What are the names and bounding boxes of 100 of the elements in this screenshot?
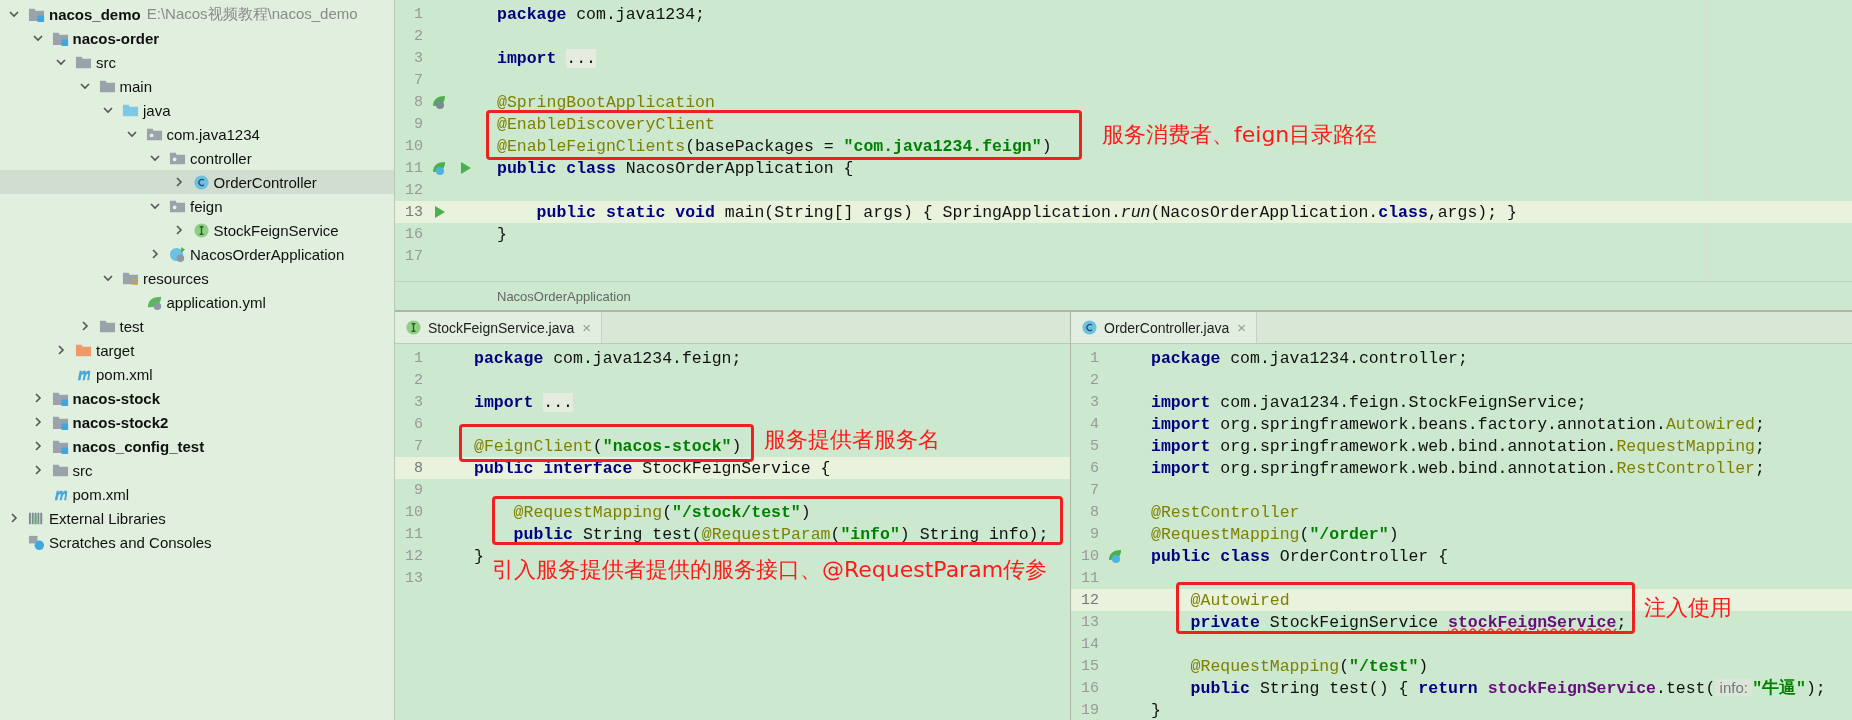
chevron-icon[interactable] (149, 248, 161, 260)
tree-item-label: java (143, 101, 171, 119)
code-line: package com.java1234.feign; (474, 348, 742, 368)
tree-item-label: pom.xml (72, 485, 130, 503)
code-line: public String test(@RequestParam("info") String info); (512, 524, 1049, 544)
line-number: 2 (413, 371, 423, 389)
line-number: 12 (1080, 591, 1099, 609)
line-number: 6 (413, 415, 423, 433)
line-number: 12 (404, 547, 423, 565)
line-number: 15 (1080, 657, 1099, 675)
tree-item[interactable]: target (0, 338, 394, 362)
code-line: } (497, 224, 507, 244)
editor-tab[interactable]: OrderController.java × (1071, 312, 1258, 343)
line-number: 14 (1080, 635, 1099, 653)
code-line: import com.java1234.feign.StockFeignService; (1151, 392, 1587, 412)
tree-item[interactable]: feign (0, 194, 394, 218)
chevron-icon[interactable] (55, 344, 67, 356)
tree-item-label: NacosOrderApplication (190, 245, 345, 263)
line-number: 17 (404, 247, 423, 265)
scratches-icon (28, 533, 45, 551)
chevron-icon[interactable] (78, 80, 91, 92)
tree-item[interactable]: resources (0, 266, 394, 290)
line-number: 2 (1089, 371, 1099, 389)
editor-tab[interactable]: StockFeignService.java × (395, 312, 603, 343)
line-number: 4 (1089, 415, 1099, 433)
tree-item[interactable]: OrderController (0, 170, 394, 194)
line-number: 16 (404, 225, 423, 243)
tree-item[interactable]: External Libraries (0, 506, 394, 530)
annotation-label: 服务提供者服务名 (764, 426, 940, 454)
line-number: 19 (1080, 701, 1099, 719)
line-number: 8 (413, 93, 423, 111)
code-line: import org.springframework.web.bind.annotation.RequestMapping; (1151, 436, 1765, 456)
tree-item[interactable]: nacos_demo E:\Nacos视频教程\nacos_demo (0, 2, 394, 26)
code-line: } (474, 546, 484, 566)
tree-item[interactable]: pom.xml (0, 482, 394, 506)
line-number: 1 (413, 5, 423, 23)
interface-icon (192, 221, 210, 239)
tree-item-label: application.yml (166, 293, 266, 311)
chevron-icon[interactable] (31, 32, 44, 44)
code-line: import ... (474, 392, 574, 412)
annotation-label: 服务消费者、feign目录路径 (1102, 121, 1378, 149)
code-line: public class NacosOrderApplication { (497, 158, 854, 178)
code-line: package com.java1234; (497, 4, 705, 24)
tree-item[interactable]: pom.xml (0, 362, 394, 386)
tree-item-label: controller (190, 149, 252, 167)
tree-item[interactable]: src (0, 458, 394, 482)
tree-item[interactable]: java (0, 98, 394, 122)
line-number: 3 (1089, 393, 1099, 411)
breadcrumb[interactable]: NacosOrderApplication (497, 288, 631, 304)
line-number: 3 (413, 393, 423, 411)
spring-bean-icon[interactable] (431, 94, 447, 110)
tree-item[interactable]: Scratches and Consoles (0, 530, 394, 554)
tree-item[interactable]: src (0, 50, 394, 74)
code-line: @SpringBootApplication (497, 92, 715, 112)
tree-item[interactable]: nacos_config_test (0, 434, 394, 458)
line-number: 10 (404, 503, 423, 521)
tree-item[interactable]: controller (0, 146, 394, 170)
annotation-label: 注入使用 (1644, 594, 1732, 622)
code-line: @RequestMapping("/test") (1189, 656, 1429, 676)
code-line: public String test() { return stockFeignService.test( info: "牛逼"); (1189, 677, 1826, 699)
chevron-icon[interactable] (8, 512, 20, 524)
tree-item-label: StockFeignService (213, 221, 339, 239)
line-number: 7 (413, 71, 423, 89)
chevron-icon[interactable] (102, 272, 114, 284)
line-number: 11 (404, 159, 423, 177)
chevron-icon[interactable] (125, 128, 138, 140)
tree-item-label: nacos_demo (49, 5, 141, 23)
tree-item[interactable]: com.java1234 (0, 122, 394, 146)
code-line: @RequestMapping("/stock/test") (512, 502, 811, 522)
line-number: 5 (1089, 437, 1099, 455)
chevron-icon[interactable] (55, 56, 67, 68)
chevron-icon[interactable] (149, 200, 161, 212)
line-number: 3 (413, 49, 423, 67)
tree-item[interactable]: main (0, 74, 394, 98)
chevron-icon[interactable] (102, 104, 114, 116)
chevron-icon[interactable] (149, 152, 161, 164)
code-line: @RequestMapping("/order") (1151, 524, 1399, 544)
code-line: @RestController (1151, 502, 1300, 522)
line-number: 7 (1089, 481, 1099, 499)
class-icon (192, 173, 210, 191)
tree-item-label: pom.xml (96, 365, 153, 383)
tree-item[interactable]: application.yml (0, 290, 394, 314)
tree-item-label: resources (143, 269, 209, 287)
code-line: @FeignClient("nacos-stock") (474, 436, 742, 456)
tree-item-label: src (96, 53, 116, 71)
tree-item[interactable]: nacos-stock2 (0, 410, 394, 434)
line-number: 9 (413, 115, 423, 133)
tree-item[interactable]: StockFeignService (0, 218, 394, 242)
tree-item[interactable]: nacos-order (0, 26, 394, 50)
line-number: 11 (404, 525, 423, 543)
tree-item[interactable]: NacosOrderApplication (0, 242, 394, 266)
line-number: 10 (404, 137, 423, 155)
tree-item-label: feign (190, 197, 223, 215)
tree-item[interactable]: nacos-stock (0, 386, 394, 410)
tree-item-label: nacos-stock (72, 389, 161, 407)
code-line: @EnableDiscoveryClient (497, 114, 715, 134)
code-line: public static void main(String[] args) { SpringApplication.run(NacosOrderApplication.class,args); } (535, 202, 1517, 222)
chevron-icon[interactable] (8, 8, 20, 20)
tree-item[interactable]: test (0, 314, 394, 338)
project-path: E:\Nacos视频教程\nacos_demo (146, 4, 358, 24)
